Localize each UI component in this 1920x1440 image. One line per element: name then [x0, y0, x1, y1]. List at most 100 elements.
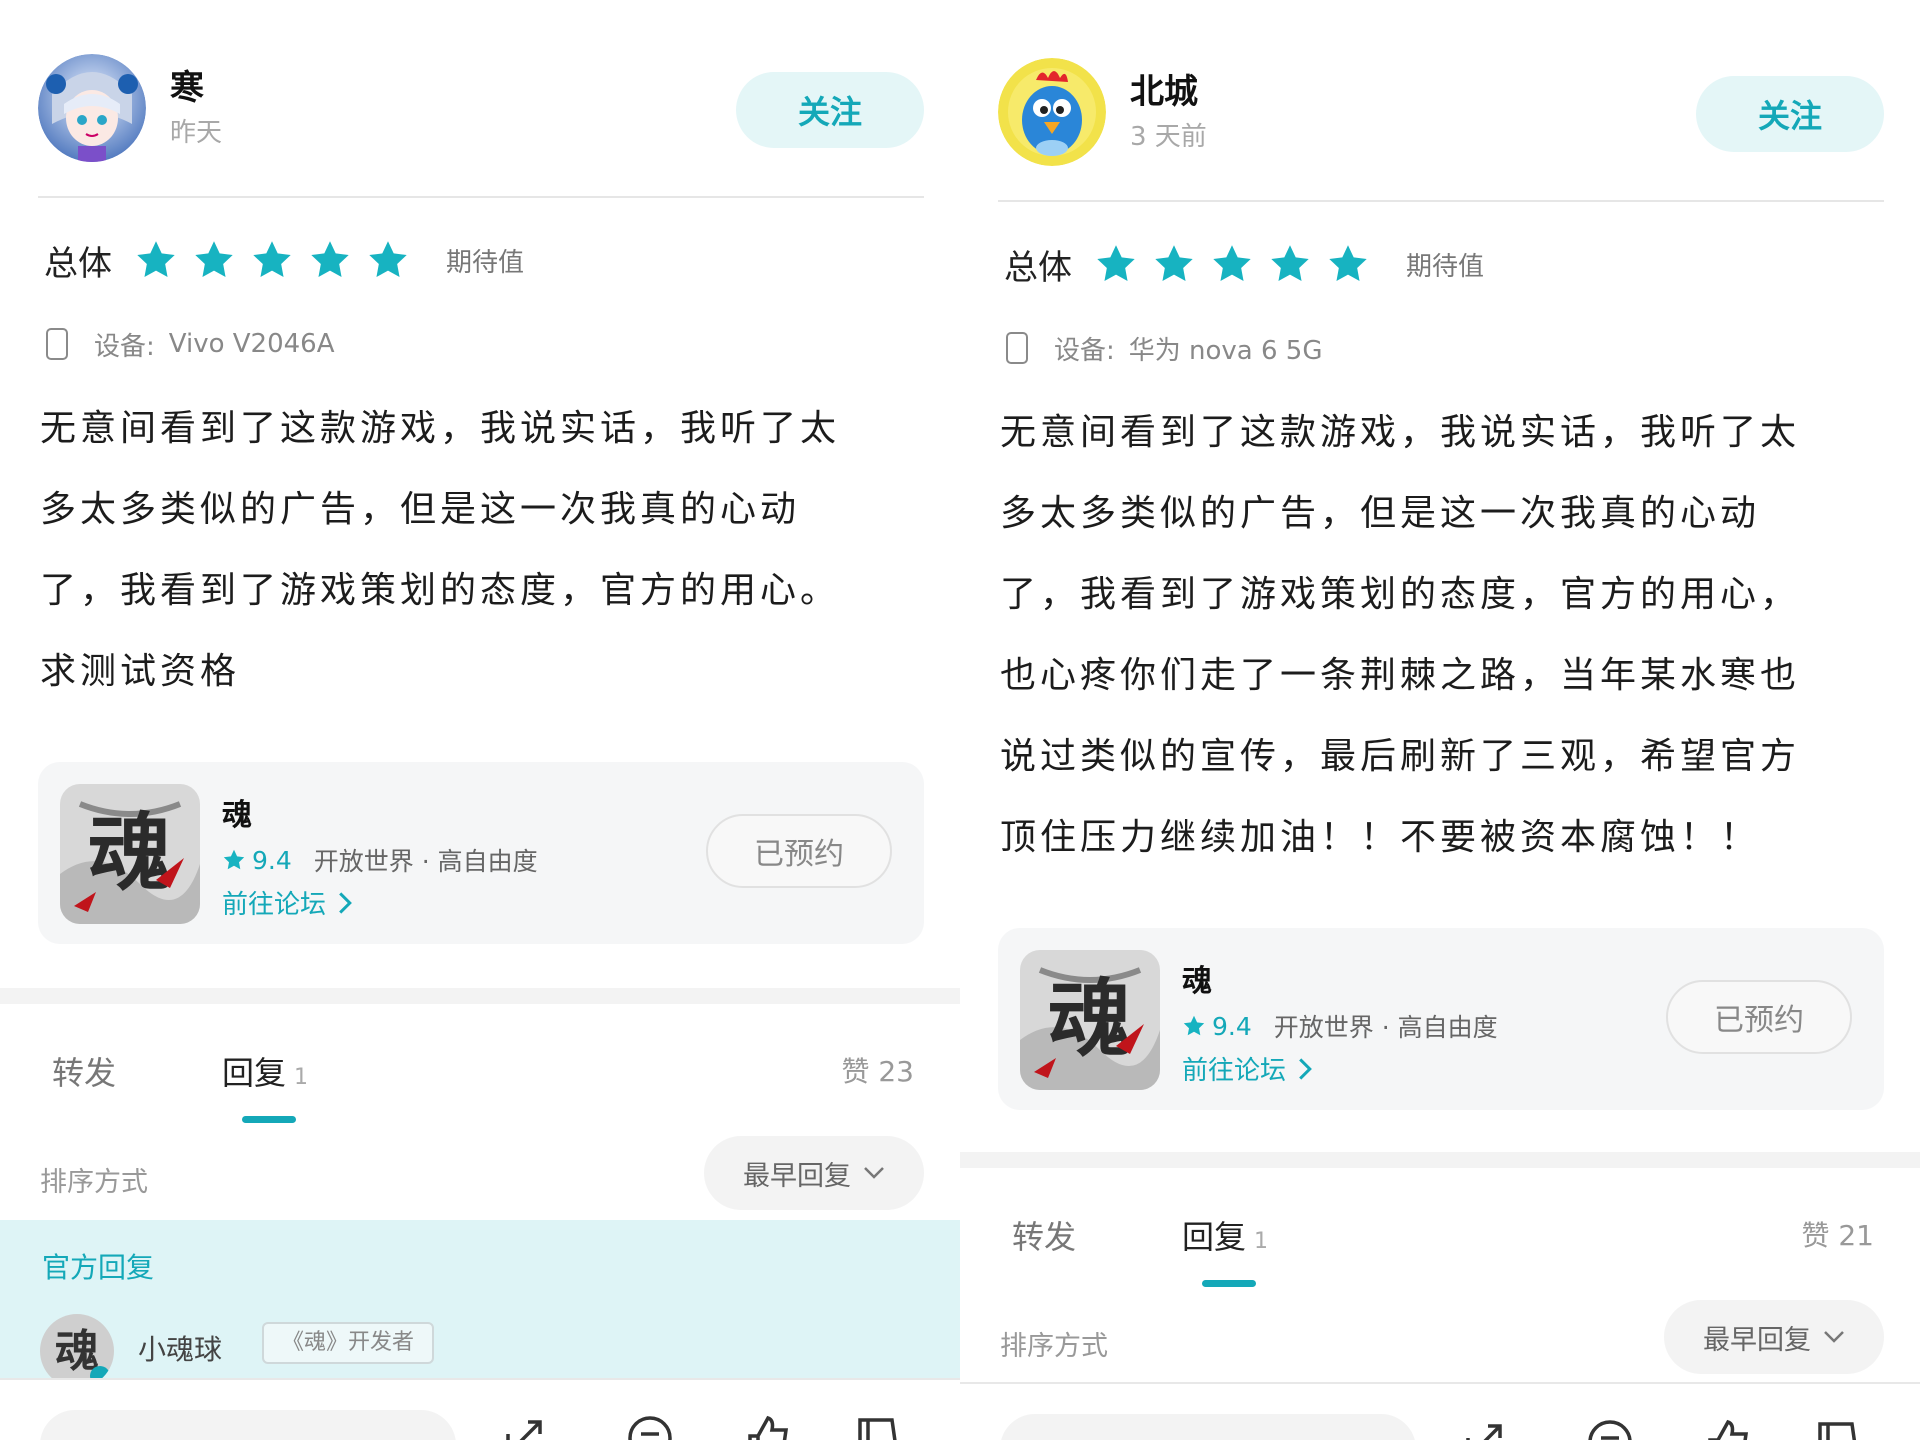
chevron-right-icon: [1299, 1057, 1312, 1080]
game-tags: 开放世界 · 高自由度: [313, 847, 538, 876]
official-reply-section: 官方回复 魂 小魂球 《魂》开发者: [0, 1220, 960, 1388]
tab-reply[interactable]: 回复 1: [1182, 1212, 1268, 1258]
chevron-down-icon: [1824, 1331, 1844, 1343]
user-avatar[interactable]: [38, 54, 146, 162]
header-divider: [38, 196, 924, 198]
follow-button[interactable]: 关注: [1696, 76, 1884, 152]
star-icon: [1213, 245, 1251, 282]
review-panel-left: 寒 昨天 关注 总体 期待值 设备: Vivo V2046A 无意间看到了这款游…: [0, 0, 960, 1440]
star-icon: [1097, 245, 1135, 282]
thumbs-down-icon[interactable]: [852, 1412, 904, 1440]
tab-forward[interactable]: 转发: [52, 1048, 116, 1094]
forum-link[interactable]: 前往论坛: [1182, 1050, 1314, 1087]
user-avatar[interactable]: [998, 58, 1106, 166]
developer-badge: 《魂》开发者: [262, 1322, 435, 1364]
star-icon: [223, 849, 245, 870]
star-icon: [1155, 245, 1193, 282]
share-icon[interactable]: [1458, 1416, 1510, 1440]
forum-link[interactable]: 前往论坛: [222, 884, 354, 921]
game-card[interactable]: 魂 魂 9.4 开放世界 · 高自由度 前往论坛 已预约: [38, 762, 924, 944]
game-card[interactable]: 魂 魂 9.4 开放世界 · 高自由度 前往论坛 已预约: [998, 928, 1884, 1110]
thumbs-up-icon[interactable]: [742, 1412, 794, 1440]
comment-icon[interactable]: [624, 1412, 676, 1440]
comment-input[interactable]: [40, 1410, 456, 1440]
svg-text:魂: 魂: [55, 1326, 99, 1377]
device-prefix: 设备:: [1054, 335, 1115, 366]
game-score: 9.4: [1212, 1011, 1252, 1041]
phone-icon: [1006, 332, 1028, 364]
review-line: 多太多类似的广告，但是这一次我真的心动: [40, 489, 801, 530]
share-icon[interactable]: [498, 1412, 550, 1440]
sort-dropdown[interactable]: 最早回复: [704, 1136, 924, 1210]
follow-button[interactable]: 关注: [736, 72, 924, 148]
thumbs-down-icon[interactable]: [1812, 1416, 1864, 1440]
device-row: 设备: 华为 nova 6 5G: [1006, 328, 1323, 368]
review-line: 了，我看到了游戏策划的态度，官方的用心，: [1000, 574, 1801, 615]
star-icon: [311, 241, 349, 278]
chevron-down-icon: [864, 1167, 884, 1179]
game-name[interactable]: 魂: [1182, 956, 1212, 1000]
tab-active-indicator: [1202, 1280, 1256, 1287]
expectation-label: 期待值: [1406, 251, 1485, 282]
star-icon: [1271, 245, 1309, 282]
rating-stars: [1094, 242, 1370, 286]
star-icon: [1183, 1015, 1205, 1036]
likes-count[interactable]: 赞 23: [841, 1050, 914, 1090]
review-line: 顶住压力继续加油！！不要被资本腐蚀！！: [1000, 817, 1761, 858]
review-line: 求测试资格: [40, 651, 241, 692]
bottom-action-bar: [960, 1382, 1920, 1440]
game-score: 9.4: [252, 845, 292, 875]
sort-label: 排序方式: [1000, 1331, 1108, 1362]
chevron-right-icon: [339, 891, 352, 914]
comment-input[interactable]: [1000, 1414, 1416, 1440]
rating-row: 总体 期待值: [1004, 236, 1484, 292]
game-meta: 9.4 开放世界 · 高自由度: [1182, 1008, 1498, 1044]
tab-reply-count: 1: [1254, 1229, 1269, 1254]
review-line: 了，我看到了游戏策划的态度，官方的用心。: [40, 570, 841, 611]
reserved-button[interactable]: 已预约: [1666, 980, 1852, 1054]
tab-reply-label: 回复: [222, 1054, 287, 1092]
reserved-button[interactable]: 已预约: [706, 814, 892, 888]
post-time: 3 天前: [1130, 122, 1207, 152]
game-icon[interactable]: 魂: [60, 784, 200, 924]
sort-value: 最早回复: [1703, 1324, 1811, 1356]
tab-bar: 转发 回复 1 赞 21: [960, 1194, 1920, 1287]
section-separator: [0, 988, 960, 1004]
header-divider: [998, 200, 1884, 202]
sort-dropdown[interactable]: 最早回复: [1664, 1300, 1884, 1374]
svg-text:魂: 魂: [1048, 969, 1132, 1068]
review-line: 无意间看到了这款游戏，我说实话，我听了太: [40, 408, 841, 449]
likes-count[interactable]: 赞 21: [1801, 1214, 1874, 1254]
tab-active-indicator: [242, 1116, 296, 1123]
review-line: 说过类似的宣传，最后刷新了三观，希望官方: [1000, 736, 1801, 777]
reply-username[interactable]: 小魂球: [138, 1328, 222, 1368]
game-tags: 开放世界 · 高自由度: [1273, 1013, 1498, 1042]
phone-icon: [46, 328, 68, 360]
comment-icon[interactable]: [1584, 1416, 1636, 1440]
game-icon[interactable]: 魂: [1020, 950, 1160, 1090]
device-name: Vivo V2046A: [168, 329, 335, 359]
sort-value: 最早回复: [743, 1160, 851, 1192]
forum-link-label: 前往论坛: [1182, 1056, 1287, 1086]
tab-reply-label: 回复: [1182, 1218, 1247, 1256]
tab-bar: 转发 回复 1 赞 23: [0, 1030, 960, 1123]
tab-reply[interactable]: 回复 1: [222, 1048, 308, 1094]
username[interactable]: 北城: [1130, 64, 1198, 113]
rating-label: 总体: [1004, 247, 1072, 288]
star-icon: [369, 241, 407, 278]
rating-label: 总体: [44, 243, 112, 284]
review-line: 无意间看到了这款游戏，我说实话，我听了太: [1000, 412, 1801, 453]
review-line: 多太多类似的广告，但是这一次我真的心动: [1000, 493, 1761, 534]
sort-row: 排序方式 最早回复: [960, 1300, 1920, 1380]
game-meta: 9.4 开放世界 · 高自由度: [222, 842, 538, 878]
star-icon: [195, 241, 233, 278]
review-panel-right: 北城 3 天前 关注 总体 期待值 设备: 华为 nova 6 5G 无意间看到…: [960, 0, 1920, 1440]
username[interactable]: 寒: [170, 60, 204, 109]
bottom-action-bar: [0, 1378, 960, 1440]
game-name[interactable]: 魂: [222, 790, 252, 834]
post-time: 昨天: [170, 118, 223, 148]
tab-forward[interactable]: 转发: [1012, 1212, 1076, 1258]
device-name: 华为 nova 6 5G: [1128, 335, 1323, 366]
reply-avatar[interactable]: 魂: [40, 1314, 114, 1388]
thumbs-up-icon[interactable]: [1702, 1416, 1754, 1440]
